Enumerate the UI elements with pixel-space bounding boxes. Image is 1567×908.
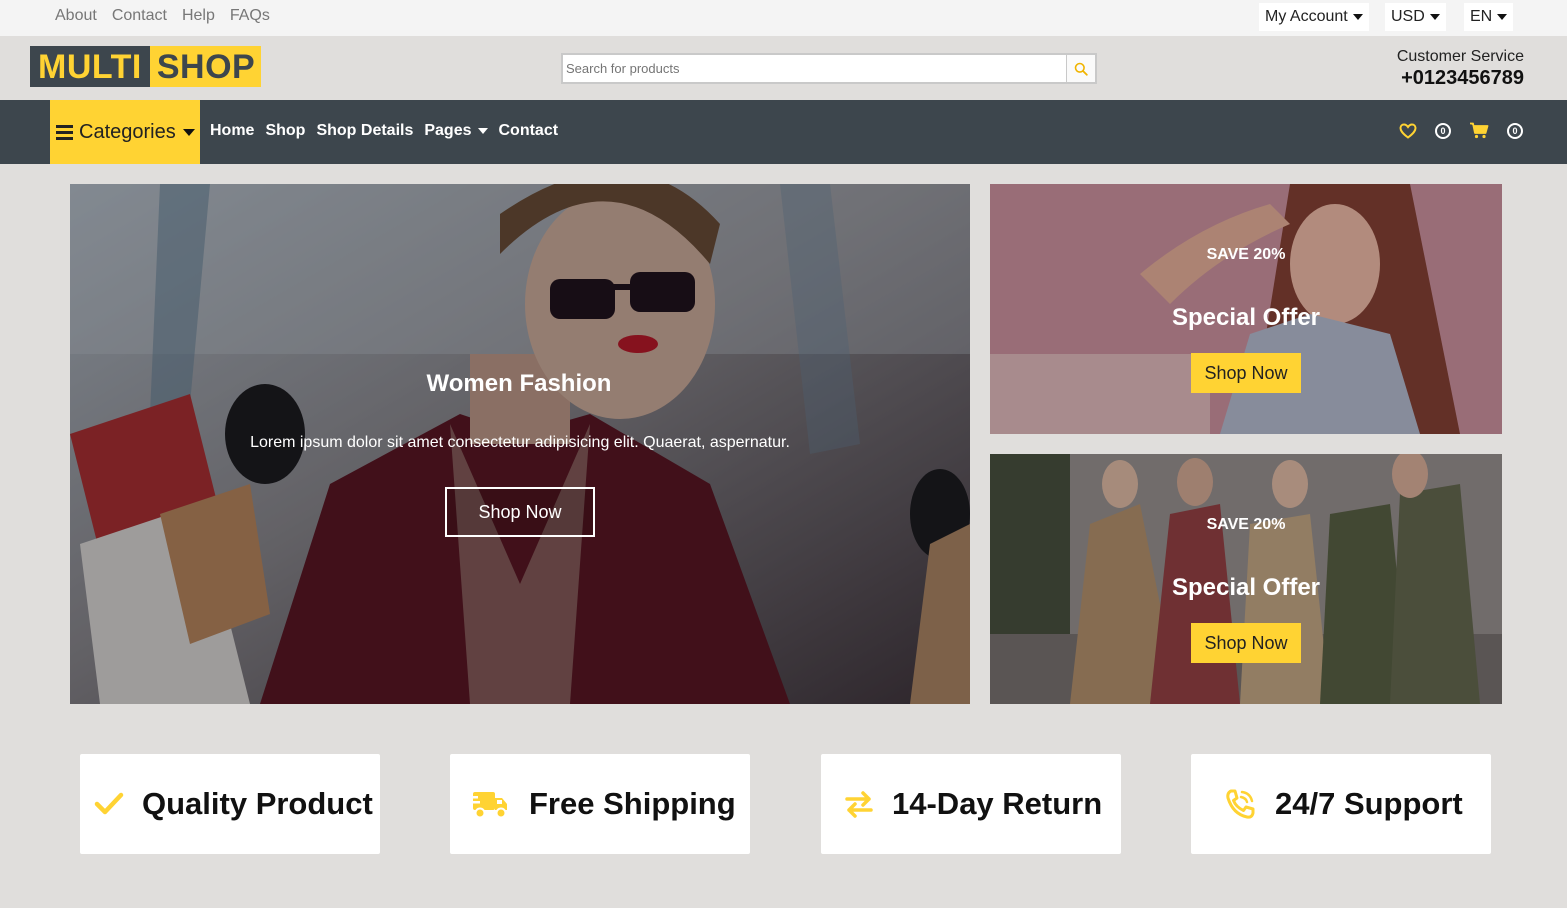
check-icon [94,792,124,816]
logo-part-multi: MULTI [30,46,150,87]
main-nav: Categories Home Shop Shop Details Pages … [0,100,1567,164]
offer-title-1: Special Offer [1171,304,1321,331]
customer-service-label: Customer Service [1396,48,1524,65]
wishlist-count-badge: 0 [1435,122,1451,139]
nav-pages-dropdown[interactable]: Pages [424,122,488,140]
feature-14-day-return: 14-Day Return [821,754,1121,854]
offer-shop-now-button-2[interactable]: Shop Now [1191,623,1301,663]
hero-carousel: Women Fashion Lorem ipsum dolor sit amet… [70,184,970,704]
nav-links: Home Shop Shop Details Pages Contact [210,122,558,140]
feature-label: Quality Product [142,786,373,821]
feature-free-shipping: Free Shipping [450,754,750,854]
categories-label: Categories [79,120,176,143]
caret-down-icon [477,128,488,134]
top-links: About Contact Help FAQs [55,7,270,25]
offer-title-2: Special Offer [1171,574,1321,601]
nav-home[interactable]: Home [210,122,254,140]
nav-pages-label: Pages [424,122,472,139]
my-account-dropdown[interactable]: My Account [1259,3,1369,31]
caret-down-icon [1352,14,1363,20]
hero-shop-now-button[interactable]: Shop Now [445,487,595,537]
feature-label: 14-Day Return [892,786,1103,821]
caret-down-icon [182,128,195,136]
cart-count-badge: 0 [1507,122,1523,139]
offer-save-2: SAVE 20% [1206,516,1286,533]
search-icon [1074,62,1088,76]
categories-toggle[interactable]: Categories [50,100,200,164]
feature-label: 24/7 Support [1275,786,1463,821]
offer-shop-now-button-1[interactable]: Shop Now [1191,353,1301,393]
hero-caption: Women Fashion Lorem ipsum dolor sit amet… [70,184,970,704]
customer-service-phone: +0123456789 [1401,67,1524,89]
nav-shop[interactable]: Shop [265,122,305,140]
currency-label: USD [1391,8,1425,25]
hero-title: Women Fashion [426,370,612,397]
heart-icon [1399,122,1417,139]
shipping-truck-icon [470,788,510,820]
caret-down-icon [1429,14,1440,20]
nav-shop-details[interactable]: Shop Details [316,122,413,140]
customer-service: Customer Service +0123456789 [1397,48,1524,90]
offer-card-2: SAVE 20% Special Offer Shop Now [990,454,1502,704]
top-link-contact[interactable]: Contact [112,7,167,25]
hero-text: Lorem ipsum dolor sit amet consectetur a… [250,434,790,451]
top-bar: About Contact Help FAQs My Account USD E… [0,0,1567,36]
cart-button[interactable] [1469,122,1489,139]
feature-label: Free Shipping [529,786,736,821]
top-link-about[interactable]: About [55,7,97,25]
header: MULTI SHOP Customer Service +0123456789 [0,36,1567,100]
language-label: EN [1470,8,1493,25]
shopping-cart-icon [1470,122,1489,139]
logo[interactable]: MULTI SHOP [30,46,262,87]
top-link-help[interactable]: Help [182,7,215,25]
nav-contact[interactable]: Contact [499,122,559,140]
currency-dropdown[interactable]: USD [1385,3,1446,31]
my-account-label: My Account [1265,8,1348,25]
offer-save-1: SAVE 20% [1206,246,1286,263]
language-dropdown[interactable]: EN [1464,3,1514,31]
phone-volume-icon [1223,787,1257,821]
search-input[interactable] [563,55,1066,82]
feature-24-7-support: 24/7 Support [1191,754,1491,854]
search-button[interactable] [1066,55,1095,82]
bars-icon [56,124,73,140]
top-link-faqs[interactable]: FAQs [230,7,270,25]
offer-card-1: SAVE 20% Special Offer Shop Now [990,184,1502,434]
wishlist-button[interactable] [1399,122,1417,139]
nav-icons: 0 0 [1399,122,1523,139]
caret-down-icon [1497,14,1508,20]
feature-quality-product: Quality Product [80,754,380,854]
logo-part-shop: SHOP [149,46,262,87]
exchange-arrows-icon [843,788,875,820]
search-bar [561,53,1097,84]
